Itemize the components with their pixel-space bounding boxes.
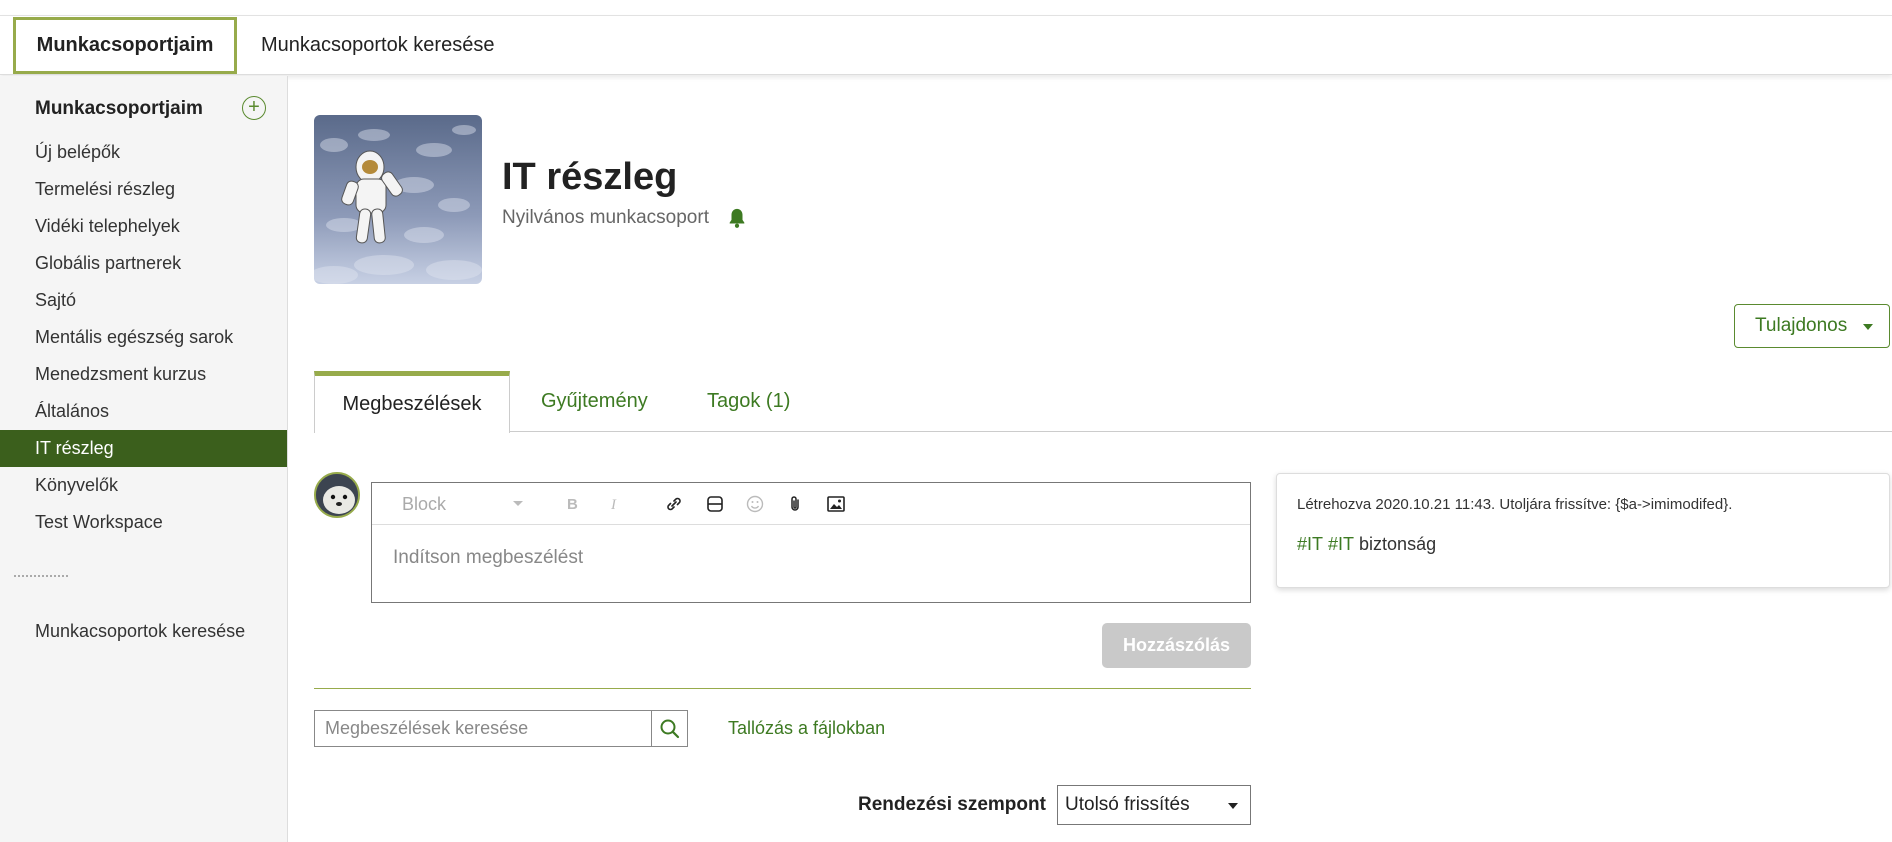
info-meta: Létrehozva 2020.10.21 11:43. Utoljára fr… bbox=[1297, 496, 1733, 513]
info-tags: #IT #IT biztonság bbox=[1297, 534, 1436, 555]
workspace-info-card: Létrehozva 2020.10.21 11:43. Utoljára fr… bbox=[1276, 473, 1890, 588]
sidebar-item[interactable]: Mentális egészség sarok bbox=[0, 319, 287, 356]
search-button[interactable] bbox=[651, 710, 688, 747]
content-tabs: Megbeszélések Gyűjtemény Tagok (1) bbox=[314, 371, 1892, 433]
sidebar-list: Új belépők Termelési részleg Vidéki tele… bbox=[0, 134, 287, 541]
add-workspace-icon[interactable]: + bbox=[242, 96, 266, 120]
sidebar-item[interactable]: Termelési részleg bbox=[0, 171, 287, 208]
link-icon[interactable] bbox=[662, 492, 686, 516]
svg-text:B: B bbox=[567, 496, 578, 513]
sidebar-item[interactable]: Test Workspace bbox=[0, 504, 287, 541]
editor-placeholder: Indítson megbeszélést bbox=[393, 547, 584, 568]
sidebar-item[interactable]: Globális partnerek bbox=[0, 245, 287, 282]
sidebar: Munkacsoportjaim + Új belépők Termelési … bbox=[0, 76, 288, 842]
chevron-down-icon bbox=[1863, 324, 1873, 330]
tag-text: biztonság bbox=[1359, 534, 1437, 554]
role-dropdown-button[interactable]: Tulajdonos bbox=[1734, 304, 1890, 348]
svg-text:I: I bbox=[610, 497, 617, 513]
sidebar-item[interactable]: Sajtó bbox=[0, 282, 287, 319]
sort-select[interactable]: Utolsó frissítés bbox=[1057, 785, 1251, 825]
editor-toolbar: Block B I bbox=[372, 483, 1250, 525]
sidebar-item[interactable]: Általános bbox=[0, 393, 287, 430]
emoji-icon[interactable] bbox=[743, 492, 767, 516]
post-button[interactable]: Hozzászólás bbox=[1102, 623, 1251, 668]
tab-search-workspaces[interactable]: Munkacsoportok keresése bbox=[239, 17, 516, 74]
top-tab-bar: Munkacsoportjaim Munkacsoportok keresése bbox=[0, 15, 1892, 75]
discussion-search-box bbox=[314, 710, 653, 747]
tag-link[interactable]: #IT bbox=[1328, 534, 1354, 554]
sort-label: Rendezési szempont bbox=[858, 794, 1046, 815]
discussion-search-input[interactable] bbox=[315, 711, 615, 746]
chevron-down-icon bbox=[1228, 803, 1238, 809]
unlink-icon[interactable] bbox=[703, 492, 727, 516]
block-format-select[interactable]: Block bbox=[402, 494, 446, 515]
sidebar-search-link[interactable]: Munkacsoportok keresése bbox=[35, 621, 245, 642]
sidebar-item[interactable]: Menedzsment kurzus bbox=[0, 356, 287, 393]
user-avatar bbox=[314, 472, 360, 518]
bold-icon[interactable]: B bbox=[560, 492, 584, 516]
sidebar-divider bbox=[14, 575, 68, 577]
workspace-image bbox=[314, 115, 482, 284]
browse-files-link[interactable]: Tallózás a fájlokban bbox=[728, 718, 885, 739]
sidebar-item[interactable]: Vidéki telephelyek bbox=[0, 208, 287, 245]
italic-icon[interactable]: I bbox=[602, 492, 626, 516]
section-divider bbox=[314, 688, 1251, 689]
sidebar-title: Munkacsoportjaim bbox=[35, 98, 203, 119]
workspace-title: IT részleg bbox=[502, 156, 678, 198]
tab-discussions[interactable]: Megbeszélések bbox=[314, 371, 510, 433]
sidebar-item-it[interactable]: IT részleg bbox=[0, 430, 287, 467]
attachment-icon[interactable] bbox=[783, 492, 807, 516]
sidebar-item[interactable]: Új belépők bbox=[0, 134, 287, 171]
image-icon[interactable] bbox=[824, 492, 848, 516]
discussion-editor[interactable]: Block B I Indítson megbeszélést bbox=[371, 482, 1251, 603]
tab-members[interactable]: Tagok (1) bbox=[707, 371, 790, 432]
sort-value: Utolsó frissítés bbox=[1065, 794, 1190, 815]
role-label: Tulajdonos bbox=[1755, 315, 1848, 336]
tab-collection[interactable]: Gyűjtemény bbox=[541, 371, 648, 432]
workspace-subtitle: Nyilvános munkacsoport bbox=[502, 207, 709, 228]
tag-link[interactable]: #IT bbox=[1297, 534, 1323, 554]
tab-my-workspaces[interactable]: Munkacsoportjaim bbox=[13, 17, 237, 74]
bell-icon[interactable] bbox=[726, 206, 748, 230]
chevron-down-icon bbox=[513, 501, 523, 506]
sidebar-item[interactable]: Könyvelők bbox=[0, 467, 287, 504]
search-icon bbox=[660, 719, 679, 738]
